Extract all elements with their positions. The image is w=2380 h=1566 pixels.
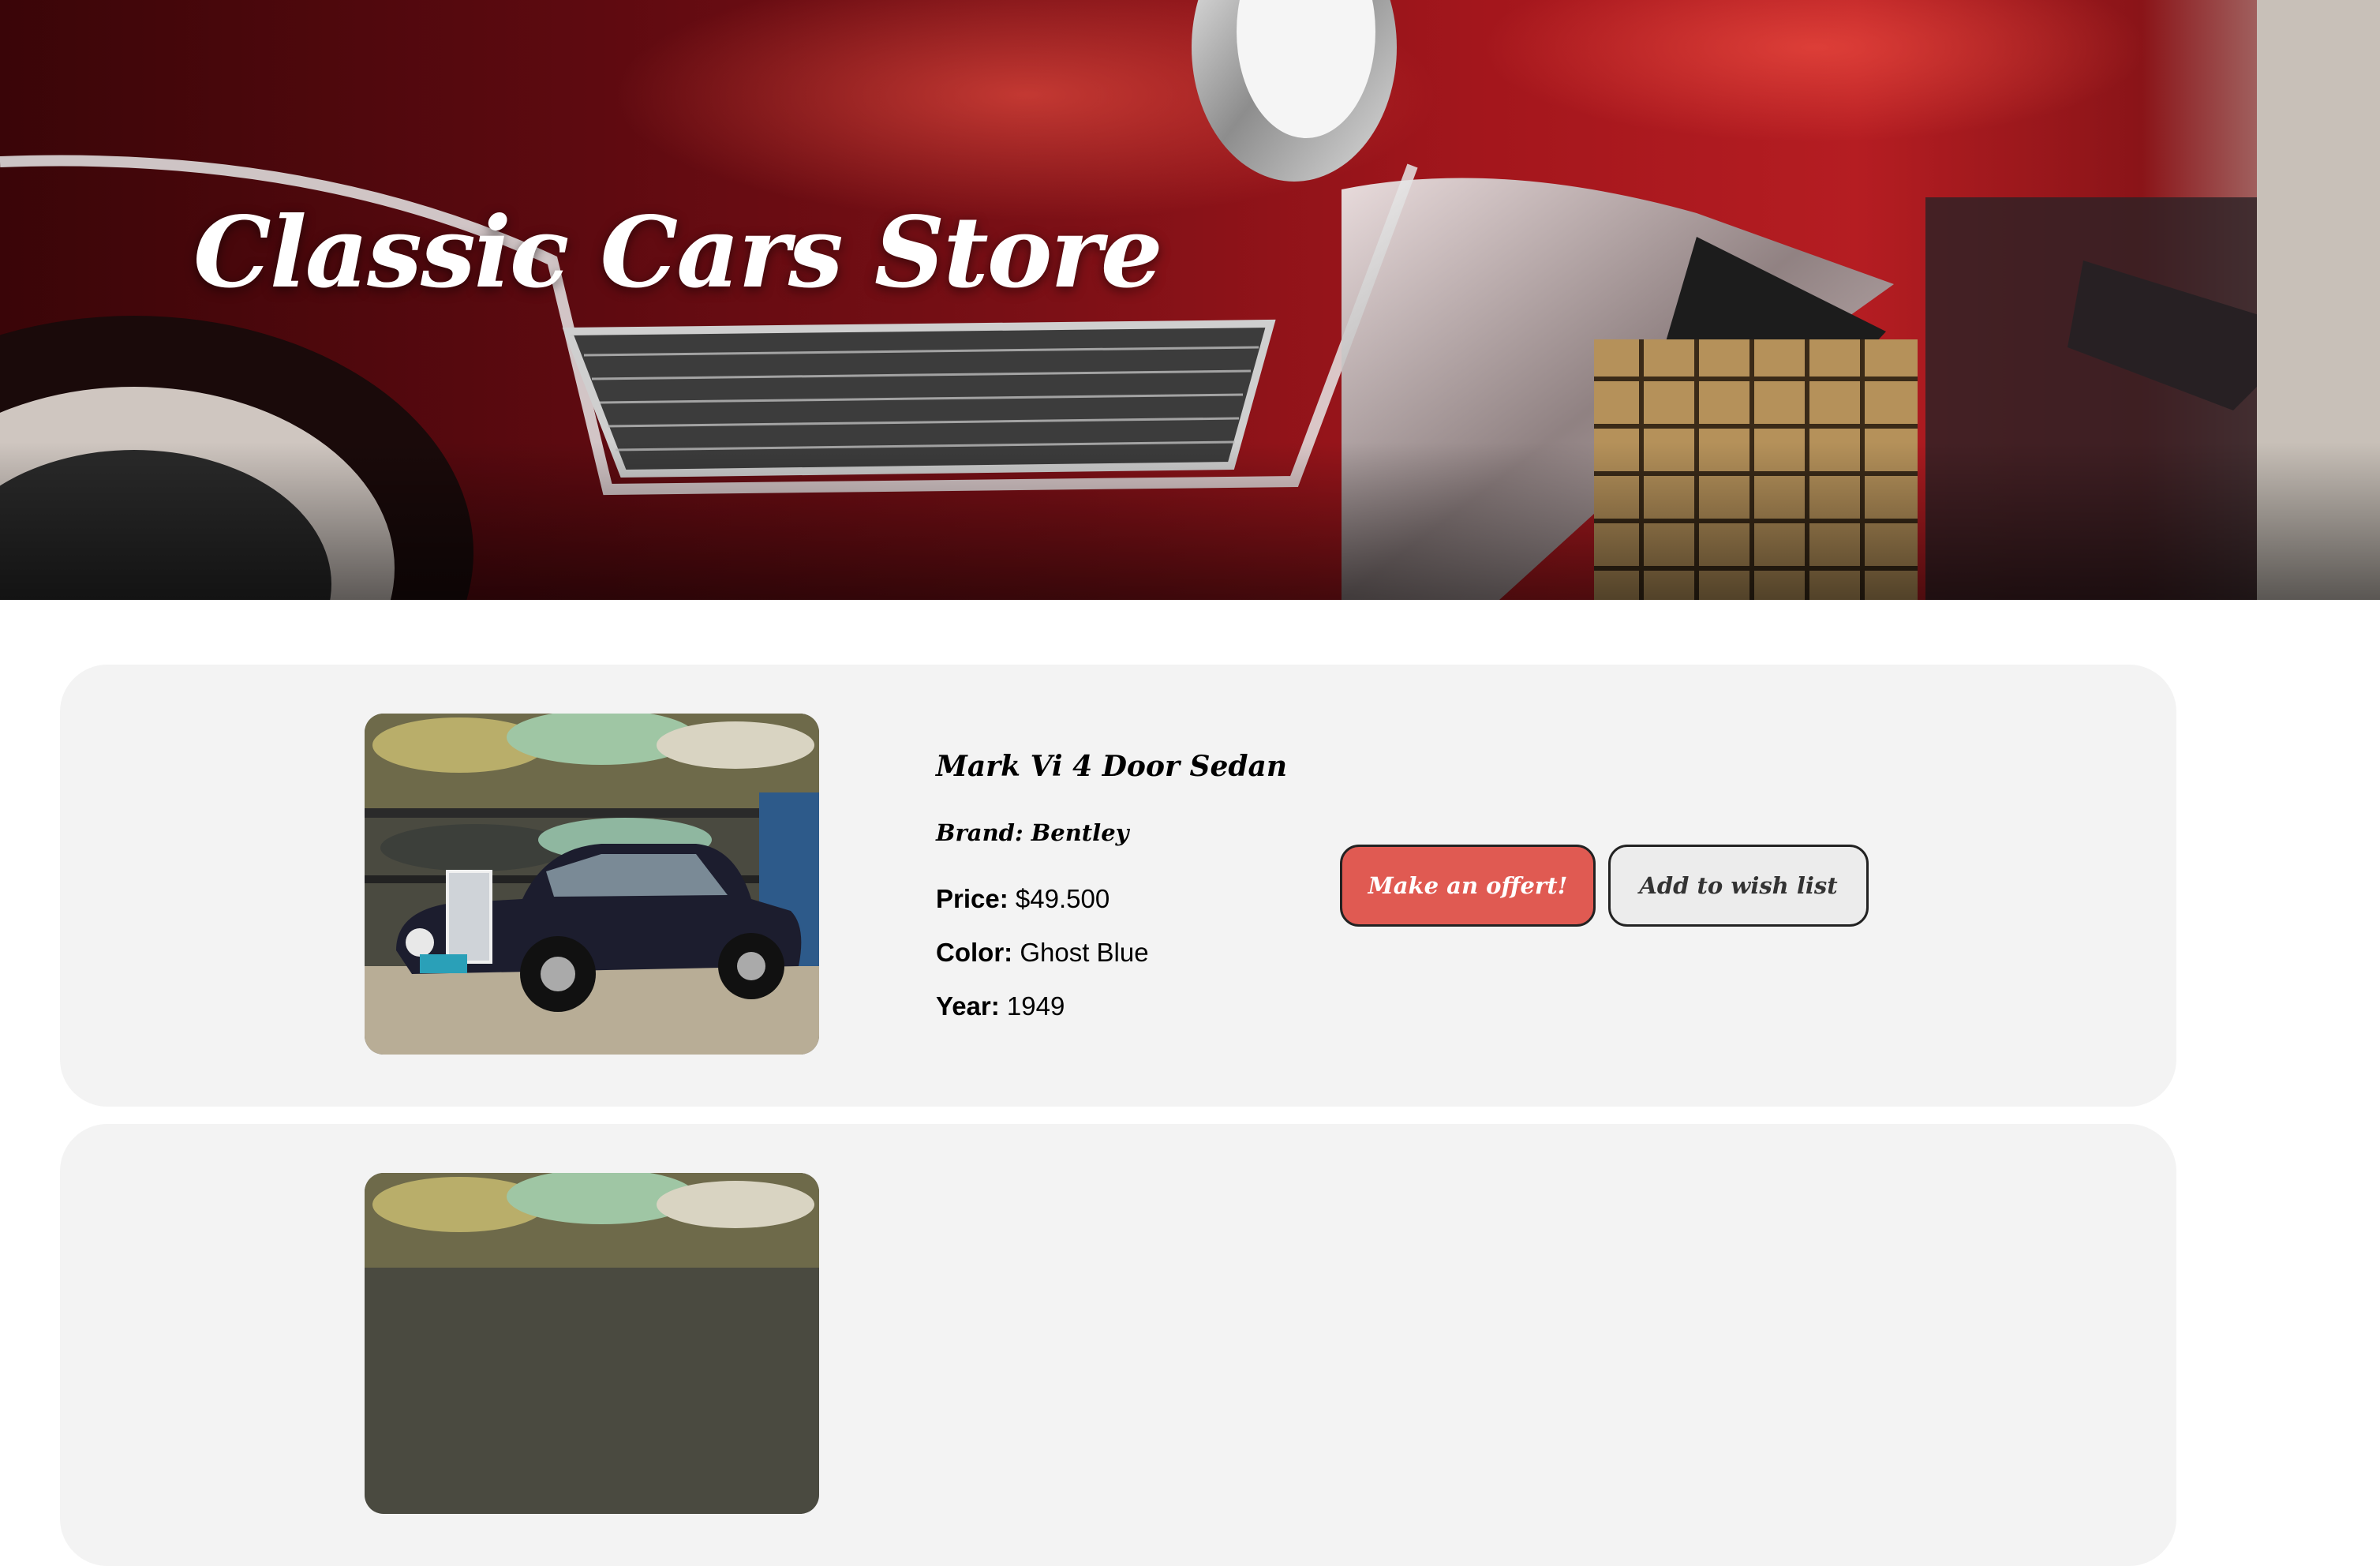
color-value: Ghost Blue <box>1020 938 1149 967</box>
site-title: Classic Cars Store <box>193 196 1163 310</box>
make-offer-button[interactable]: Make an offert! <box>1340 845 1596 927</box>
year-label: Year: <box>936 991 1000 1021</box>
color-label: Color: <box>936 938 1013 967</box>
car-model-name: Mark Vi 4 Door Sedan <box>936 750 1288 783</box>
car-brand: Brand: Bentley <box>936 819 1129 846</box>
car-photo <box>365 1173 819 1514</box>
car-image <box>365 1173 819 1514</box>
car-photo <box>365 714 819 1055</box>
car-listing-card: Mark Vi 4 Door Sedan Brand: Bentley Pric… <box>60 665 2176 1107</box>
hero-banner: Classic Cars Store <box>0 0 2380 600</box>
add-to-wishlist-button[interactable]: Add to wish list <box>1608 845 1869 927</box>
car-year: Year: 1949 <box>936 991 1065 1021</box>
car-price: Price: $49.500 <box>936 884 1110 914</box>
year-value: 1949 <box>1006 991 1065 1021</box>
price-label: Price: <box>936 884 1009 913</box>
car-color: Color: Ghost Blue <box>936 938 1149 968</box>
price-value: $49.500 <box>1015 884 1110 913</box>
car-listing-card <box>60 1124 2176 1566</box>
car-image <box>365 714 819 1055</box>
